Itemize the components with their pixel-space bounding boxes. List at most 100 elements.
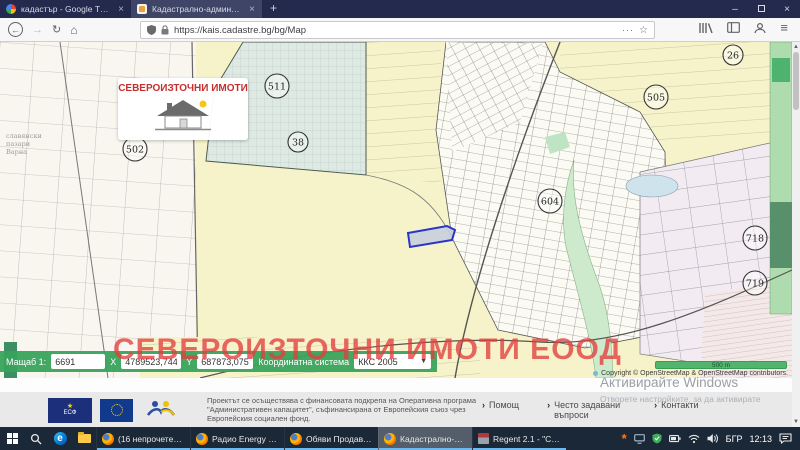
map-scalebar: 500 m [655,361,787,369]
tray-notification-icon[interactable]: * [622,431,627,446]
tab-title: Кадастрално-административна [152,4,243,14]
scale-label: Мащаб 1: [6,357,46,367]
keyboard-language[interactable]: БГР [726,434,743,444]
google-favicon-icon [6,4,16,14]
zone-marker-604: 604 [538,189,562,213]
zone-marker-718: 718 [743,226,767,250]
library-icon[interactable] [699,22,713,34]
windows-activation-notice: Активирайте Windows Отворете настройките… [600,375,760,404]
svg-text:Варна: Варна [6,148,27,156]
agency-logo-title: СЕВЕРОИЗТОЧНИ ИМОТИ [118,83,248,94]
map-east-green-strip [770,42,792,314]
tab-cadastre-map[interactable]: Кадастрално-административна × [131,0,262,18]
map-area-label: славянски [6,132,42,140]
lock-icon [161,25,169,35]
new-tab-button[interactable]: + [262,0,285,18]
tab-title: кадастър - Google Търсене [21,4,112,14]
taskbar-search-button[interactable] [24,427,48,450]
url-text[interactable]: https://kais.cadastre.bg/bg/Map [174,25,617,36]
firefox-icon [290,433,302,445]
map-favicon-icon [137,4,147,14]
back-button[interactable]: ← [8,22,23,37]
zone-marker-719: 719 [743,271,767,295]
tab-google-search[interactable]: кадастър - Google Търсене × [0,0,131,18]
taskbar-window-radio[interactable]: Радио Energy Онлай... [190,427,284,450]
svg-text:718: 718 [746,234,764,245]
firefox-icon [102,433,114,445]
svg-text:502: 502 [126,145,144,156]
forward-button[interactable]: → [32,24,43,36]
zone-marker-502: 502 [123,137,147,161]
address-bar[interactable]: https://kais.cadastre.bg/bg/Map ··· ☆ [140,21,655,39]
zone-marker-38: 38 [288,132,308,152]
scrollbar-thumb[interactable] [793,52,799,110]
clock[interactable]: 12:13 [749,434,772,444]
taskbar-window-ads[interactable]: Обяви Продава в об... [284,427,378,450]
svg-text:38: 38 [292,138,304,149]
account-icon[interactable] [754,22,766,34]
window-controls: – × [722,0,800,18]
tab-close-icon[interactable]: × [248,4,256,15]
tracking-protection-shield-icon[interactable] [147,25,156,35]
watermark-text: СЕВЕРОИЗТОЧНИ ИМОТИ ЕООД [113,333,622,367]
file-explorer-button[interactable] [72,427,96,450]
map-pond [626,175,678,197]
speaker-icon[interactable] [707,433,719,444]
system-tray: * БГР 12:13 [614,427,800,450]
bookmark-star-icon[interactable]: ☆ [639,25,648,36]
page-content: славянски пазари Варна 502 511 38 604 5 [0,42,800,427]
maximize-button[interactable] [748,4,774,15]
battery-icon[interactable] [669,434,681,443]
start-button[interactable] [0,427,24,450]
minimize-button[interactable]: – [722,4,748,15]
osm-dot-icon [593,371,598,376]
svg-text:511: 511 [268,82,286,93]
wifi-icon[interactable] [688,434,700,444]
edge-icon: e [54,432,67,445]
esf-logo: ★ ЕСФ [48,398,92,423]
zone-marker-26: 26 [723,45,743,65]
opak-logo [141,397,181,423]
svg-text:719: 719 [746,279,764,290]
chevron-right-icon: › [482,400,485,420]
security-shield-icon[interactable] [652,433,662,444]
svg-text:пазари: пазари [6,140,30,148]
scroll-up-icon[interactable]: ▲ [792,44,800,50]
monitor-icon[interactable] [634,434,645,444]
page-actions-icon[interactable]: ··· [622,25,634,35]
firefox-icon [196,433,208,445]
footer-link-help[interactable]: › Помощ [482,400,519,420]
close-button[interactable]: × [774,4,800,15]
reload-button[interactable]: ↻ [52,23,61,36]
taskbar-window-mail[interactable]: (16 непрочетени) - А... [96,427,190,450]
scale-input[interactable] [51,354,105,369]
action-center-icon[interactable] [779,433,792,444]
home-button[interactable]: ⌂ [70,23,77,37]
footer-text: Проектът се осъществява с финансовата по… [207,396,476,423]
tab-close-icon[interactable]: × [117,4,125,15]
sidebar-icon[interactable] [727,22,740,33]
windows-taskbar: e (16 непрочетени) - А... Радио Energy О… [0,427,800,450]
firefox-icon [384,433,396,445]
page-scrollbar[interactable]: ▲ ▼ [792,42,800,427]
windows-logo-icon [7,433,18,444]
edge-taskbar-button[interactable]: e [48,427,72,450]
folder-icon [78,434,91,443]
browser-titlebar: кадастър - Google Търсене × Кадастрално-… [0,0,800,18]
taskbar-window-regent[interactable]: Regent 2.1 - "СЕВЕРО... [472,427,566,450]
svg-text:604: 604 [541,197,559,208]
scroll-down-icon[interactable]: ▼ [792,419,800,425]
svg-text:505: 505 [647,93,665,104]
house-icon [151,94,215,134]
menu-icon[interactable]: ≡ [780,20,788,35]
svg-text:26: 26 [727,51,739,62]
footer-logos: ★ ЕСФ [48,397,181,423]
zone-marker-511: 511 [265,74,289,98]
search-icon [30,433,42,445]
agency-logo: СЕВЕРОИЗТОЧНИ ИМОТИ [118,78,248,140]
eu-flag-logo [100,399,133,422]
regent-app-icon [478,433,489,444]
taskbar-window-cadastre[interactable]: Кадастрално-админ... [378,427,472,450]
map-region-field-strips [366,42,441,182]
toolbar-buttons: ≡ [699,20,788,35]
